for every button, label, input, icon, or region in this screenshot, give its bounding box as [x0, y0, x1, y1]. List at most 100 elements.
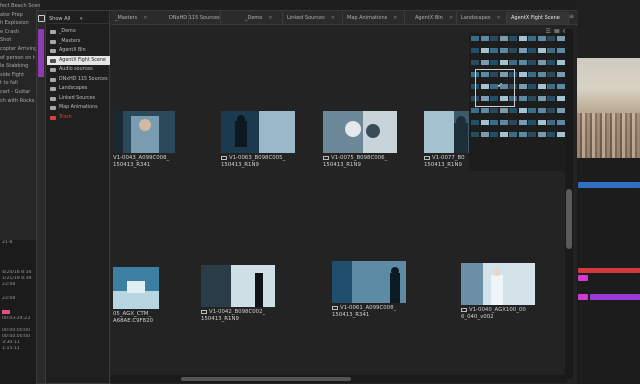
timeline-track-pink[interactable] [578, 275, 588, 281]
background-project-item[interactable]: le Stabbing [0, 62, 40, 71]
clip-thumbnail-image [461, 263, 535, 305]
bin-item-audio-sources[interactable]: Audio sources [47, 65, 110, 75]
navigator-cell [518, 84, 527, 89]
bin-item-landscapes[interactable]: Landscapes [47, 84, 110, 94]
background-viewer-frame [577, 58, 640, 158]
scrollbar-thumb[interactable] [566, 189, 572, 249]
navigator-cell [499, 48, 508, 53]
navigator-viewport[interactable] [475, 69, 515, 107]
navigator-cell [556, 60, 565, 65]
tab-dnxhd[interactable]: DNxHD 115 Sources✕ [165, 12, 221, 24]
sidebar-strip [37, 11, 46, 383]
tab-agentx-bin[interactable]: AgentX Bin ✕ [405, 12, 457, 24]
clip-thumbnail[interactable] [113, 267, 159, 309]
horizontal-scrollbar[interactable] [111, 375, 567, 383]
clip-thumbnail[interactable] [323, 111, 397, 153]
navigator-cell [547, 132, 555, 137]
tab-agentx-fight-scene[interactable]: AgentX Fight Scene [507, 12, 569, 24]
background-project-item[interactable]: of person on t [0, 54, 40, 63]
navigator-cell [537, 36, 546, 41]
navigator-cell [547, 72, 555, 77]
tab-demo[interactable]: _Demo ✕ [221, 12, 283, 24]
tab-label: AgentX Bin [415, 15, 443, 21]
window-menu-icon[interactable]: ≡ [569, 13, 574, 20]
bin-item-dnxhd[interactable]: DNxHD 115 Sources [47, 75, 110, 85]
tab-label: AgentX Fight Scene [511, 15, 560, 21]
clip-thumbnail[interactable] [113, 111, 175, 153]
clip-thumbnail[interactable] [461, 263, 535, 305]
navigator-cell [509, 48, 517, 53]
background-project-item[interactable]: e Crash [0, 28, 40, 37]
background-project-item[interactable]: ch with Rocks [0, 97, 40, 106]
clip-thumbnail[interactable] [332, 261, 406, 303]
timeline-track-magenta[interactable] [578, 294, 588, 300]
cursor-icon: ➹ [497, 81, 503, 89]
navigator-cell [499, 60, 508, 65]
navigator-cell [547, 36, 555, 41]
navigator-cell [490, 120, 498, 125]
navigator-cell [480, 132, 489, 137]
sidebar-filter[interactable]: Show All ▾ [49, 14, 109, 24]
background-project-item[interactable]: copter Arriving [0, 45, 40, 54]
navigator-cell [490, 60, 498, 65]
navigator-cell [518, 120, 527, 125]
navigator-cell [499, 120, 508, 125]
bin-icon [50, 96, 56, 101]
navigator-cell [480, 36, 489, 41]
clip-thumbnail[interactable] [201, 265, 275, 307]
timeline-track-red[interactable] [578, 268, 640, 273]
background-project-item[interactable]: Shot [0, 36, 40, 45]
bin-item-demo[interactable]: _Demo [47, 27, 110, 37]
background-project-item[interactable]: ator Prep [0, 11, 40, 20]
navigator-cell [556, 72, 565, 77]
tab-label: Landscapes [461, 15, 491, 21]
clip-type-icon [201, 309, 207, 314]
navigator-cell [556, 48, 565, 53]
navigator-cell [528, 108, 536, 113]
scrollbar-thumb[interactable] [181, 377, 351, 381]
bin-item-linked-sources[interactable]: Linked Sources [47, 94, 110, 104]
bin-item-agentx-fight-scene[interactable]: AgentX Fight Scene [47, 55, 110, 65]
timeline-track-blue[interactable] [578, 182, 640, 188]
background-project-item[interactable]: side Fight [0, 71, 40, 80]
background-project-item[interactable]: t to fall [0, 79, 40, 88]
navigator-cell [518, 108, 527, 113]
trash-icon [50, 115, 56, 120]
metadata-value: 1:15:11 [2, 346, 20, 351]
pin-icon[interactable] [38, 15, 45, 22]
close-icon[interactable]: ✕ [449, 15, 453, 21]
bin-item-agentx-bin[interactable]: AgentX Bin [47, 46, 110, 56]
bin-item-masters[interactable]: _Masters [47, 37, 110, 47]
bin-item-label: AgentX Fight Scene [59, 57, 106, 63]
close-icon[interactable]: ✕ [268, 15, 272, 21]
close-icon[interactable]: ✕ [143, 15, 147, 21]
navigator-cell [509, 60, 517, 65]
clip-name: V1-0077_B0 150413_R1N9 [424, 155, 465, 168]
background-project-item[interactable]: h Explosion [0, 19, 40, 28]
clip-thumbnail[interactable] [221, 111, 295, 153]
timeline-track-purple[interactable] [590, 294, 640, 300]
clip-type-icon [221, 155, 227, 160]
bin-item-label: Map Animations [59, 105, 98, 110]
close-icon[interactable]: ✕ [331, 15, 335, 21]
navigator-cell [528, 72, 536, 77]
bin-item-trash[interactable]: Trash [47, 113, 110, 123]
navigator-cell [547, 120, 555, 125]
bin-icon [50, 87, 56, 91]
background-project-item[interactable]: fect Beach Scene [0, 2, 40, 11]
close-icon[interactable]: ✕ [496, 15, 500, 21]
clip-name: V1-0043_A099C008_ 150413_R341 [113, 155, 170, 168]
bin-icon [50, 39, 56, 44]
navigator-cell [528, 120, 536, 125]
tab-landscapes[interactable]: Landscapes ✕ [457, 12, 507, 24]
close-icon[interactable]: ✕ [393, 15, 397, 21]
background-project-item[interactable]: cart - Guitar [0, 88, 40, 97]
vertical-scrollbar[interactable] [565, 29, 573, 379]
tab-linked-sources[interactable]: Linked Sources ✕ [283, 12, 343, 24]
bin-navigator[interactable]: ➹ [469, 33, 569, 171]
navigator-cell [499, 108, 508, 113]
navigator-cell [518, 36, 527, 41]
tab-map-animations[interactable]: Map Animations ✕ [343, 12, 405, 24]
navigator-cell [471, 60, 479, 65]
bin-item-map-animations[interactable]: Map Animations [47, 103, 110, 113]
